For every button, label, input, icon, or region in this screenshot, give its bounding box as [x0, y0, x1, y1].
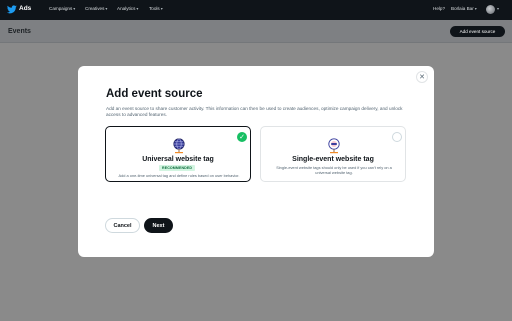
nav-campaigns-label: Campaigns: [49, 6, 73, 11]
option-description: Single-event website tags should only be…: [276, 165, 392, 175]
app-name[interactable]: Ads: [19, 5, 31, 12]
chevron-down-icon: ▾: [73, 6, 76, 11]
cancel-button[interactable]: Cancel: [105, 218, 140, 233]
twitter-bird-icon[interactable]: [7, 5, 17, 14]
close-icon[interactable]: ✕: [416, 71, 428, 83]
nav-analytics-label: Analytics: [117, 6, 136, 11]
chevron-down-icon: ▾: [105, 6, 108, 11]
chevron-down-icon: ▾: [160, 6, 163, 11]
nav-creatives[interactable]: Creatives ▾: [85, 6, 107, 11]
single-event-tag-icon: [328, 138, 340, 154]
radio-button[interactable]: [392, 132, 402, 142]
account-menu[interactable]: Borlaia Bar ▾: [451, 6, 477, 11]
option-description: Add a one-time universal tag and define …: [118, 173, 240, 178]
add-event-source-dialog: ✕ Add event source Add an event source t…: [78, 66, 434, 257]
account-name: Borlaia Bar: [451, 6, 474, 11]
page-header: [0, 20, 512, 43]
check-icon: ✓: [237, 132, 247, 142]
nav-tools-label: Tools: [149, 6, 160, 11]
page-title: Events: [8, 28, 31, 35]
recommended-badge: RECOMMENDED: [159, 165, 196, 171]
avatar[interactable]: [486, 5, 495, 14]
option-title: Single-event website tag: [292, 156, 374, 163]
add-event-source-button[interactable]: Add event source: [450, 26, 505, 37]
nav-campaigns[interactable]: Campaigns ▾: [49, 6, 75, 11]
dialog-description: Add an event source to share customer ac…: [106, 106, 403, 118]
help-link[interactable]: Help?: [433, 6, 445, 11]
nav-tools[interactable]: Tools ▾: [149, 6, 163, 11]
option-universal-website-tag[interactable]: ✓ Universal website tag RECOMMENDED Add …: [105, 126, 251, 182]
option-single-event-website-tag[interactable]: Single-event website tag Single-event we…: [260, 126, 406, 182]
nav-creatives-label: Creatives: [85, 6, 105, 11]
option-title: Universal website tag: [142, 156, 214, 163]
dialog-title: Add event source: [106, 88, 203, 100]
globe-tag-icon: [173, 138, 185, 154]
chevron-down-icon: ▾: [474, 6, 477, 11]
chevron-down-icon[interactable]: ▾: [497, 6, 499, 11]
chevron-down-icon: ▾: [136, 6, 139, 11]
nav-analytics[interactable]: Analytics ▾: [117, 6, 138, 11]
next-button[interactable]: Next: [144, 218, 173, 233]
